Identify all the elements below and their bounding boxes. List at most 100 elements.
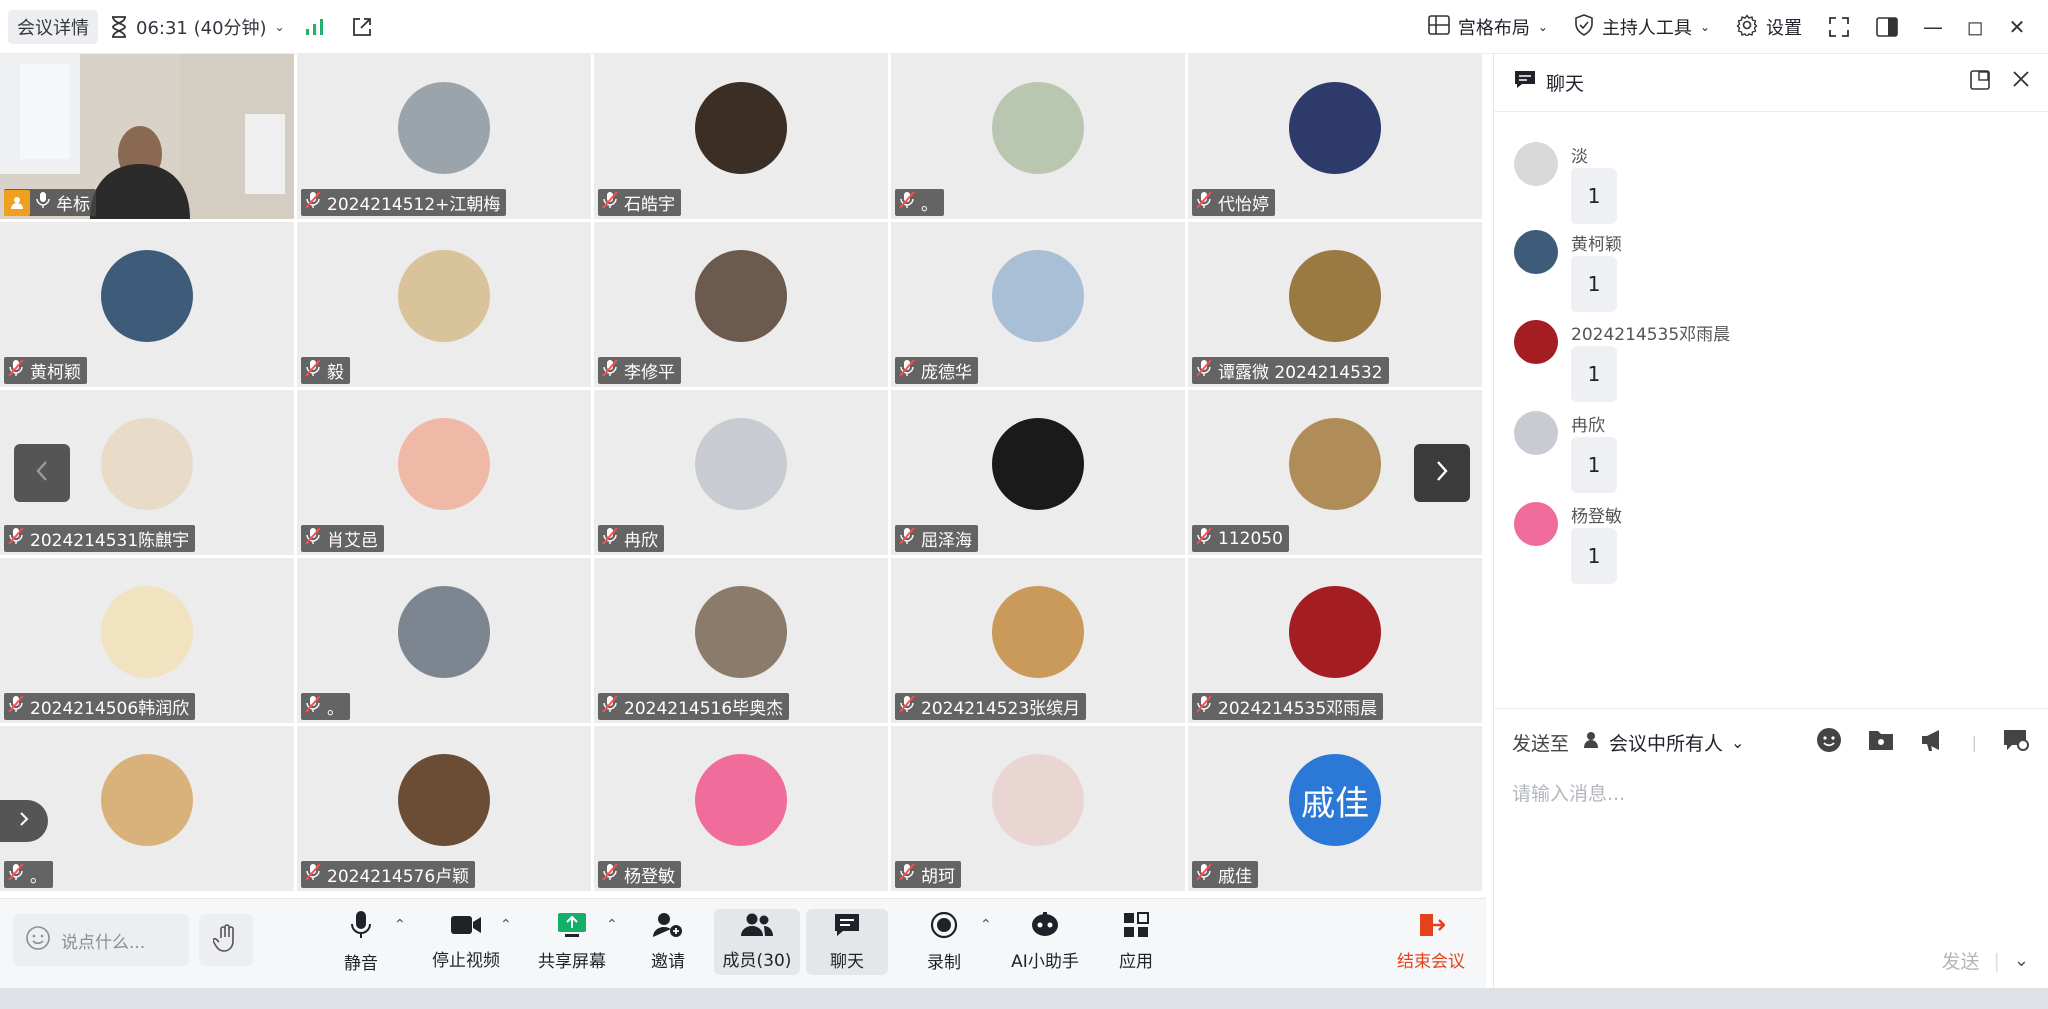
apps-button[interactable]: 应用 [1114,909,1158,975]
participant-tile[interactable]: 石皓宇 [594,54,888,219]
participant-tile[interactable]: 冉欣 [594,390,888,555]
participant-name: 。 [327,699,344,719]
host-tools-button[interactable]: 主持人工具 ⌄ [1574,13,1710,41]
send-button[interactable]: 发送 [1941,947,1979,974]
prev-page-button[interactable] [14,444,70,502]
end-meeting-button[interactable]: 结束会议 [1394,909,1468,975]
participant-tile[interactable]: 杨登敏 [594,726,888,891]
participant-name-tag: 2024214512+江朝梅 [301,189,507,216]
chevron-right-icon [1435,460,1449,486]
chat-settings-icon[interactable] [2003,728,2029,756]
participant-tile[interactable]: 2024214576卢颖 [297,726,591,891]
ai-assistant-button[interactable]: AI小助手 [1010,909,1080,975]
chat-message: 冉欣 1 [1514,411,2014,501]
participant-tile[interactable]: 2024214512+江朝梅 [297,54,591,219]
sender-name: 淡 [1571,147,1588,167]
next-page-button[interactable] [1414,444,1470,502]
participant-tile[interactable]: 。 [891,54,1185,219]
invite-button[interactable]: 邀请 [646,909,690,975]
mic-muted-icon [1196,527,1212,550]
emoji-icon[interactable] [1816,727,1842,757]
participant-tile[interactable]: 2024214523张缤月 [891,558,1185,723]
participant-name: 2024214535邓雨晨 [1218,699,1378,719]
chat-message-input[interactable]: 请输入消息... [1512,779,1625,806]
external-link-icon[interactable] [351,16,373,38]
minimize-icon[interactable]: — [1912,15,1954,39]
mic-muted-icon [1196,695,1212,718]
maximize-icon[interactable]: ◻ [1954,15,1996,39]
quick-reaction-input[interactable]: 说点什么... [13,914,189,966]
avatar[interactable] [1514,411,1558,455]
stop-video-label: 停止视频 [432,951,500,971]
avatar[interactable] [1514,142,1558,186]
chevron-down-icon: ⌄ [1699,20,1710,34]
send-options-chevron-icon[interactable]: ⌄ [2014,950,2029,971]
participant-name-tag: 2024214531陈麒宇 [4,525,196,552]
record-options-caret[interactable]: ⌃ [980,917,992,933]
participant-tile[interactable]: 2024214535邓雨晨 [1188,558,1482,723]
avatar [992,586,1084,678]
participant-name-tag: 。 [895,189,944,216]
participant-tile[interactable]: 戚佳 戚佳 [1188,726,1482,891]
fullscreen-icon[interactable] [1828,16,1850,38]
participant-name-tag: 胡珂 [895,861,961,888]
mic-muted-icon [305,191,321,214]
avatar [101,754,193,846]
participant-tile[interactable]: 胡珂 [891,726,1185,891]
folder-icon[interactable] [1868,728,1894,756]
self-video-tile[interactable]: 牟标 [0,54,294,219]
mic-muted-icon [1196,191,1212,214]
chevron-down-icon: ⌄ [1537,20,1548,34]
close-icon[interactable]: ✕ [1996,15,2038,39]
signal-icon[interactable] [305,18,325,36]
popout-icon[interactable] [1970,70,1990,95]
meeting-detail-label: 会议详情 [17,17,89,39]
settings-button[interactable]: 设置 [1736,13,1802,41]
participant-name: 2024214531陈麒宇 [30,531,190,551]
layout-button[interactable]: 宫格布局 ⌄ [1428,14,1548,40]
mute-options-caret[interactable]: ⌃ [394,917,406,933]
participant-tile[interactable]: 毅 [297,222,591,387]
share-screen-label: 共享屏幕 [538,952,606,972]
avatar [101,418,193,510]
sidebar-toggle-icon[interactable] [1876,17,1898,37]
participant-name: 戚佳 [1218,867,1252,887]
meeting-timer[interactable]: 06:31 (40分钟) ⌄ [110,14,285,40]
expand-sidebar-handle[interactable] [0,800,48,842]
participant-tile[interactable]: 肖艾邑 [297,390,591,555]
participant-tile[interactable]: 屈泽海 [891,390,1185,555]
chat-message: 2024214535邓雨晨 1 [1514,320,2014,410]
meeting-detail-button[interactable]: 会议详情 [8,9,98,44]
members-button[interactable]: 成员(30) [714,909,800,975]
divider: | [1993,949,2000,972]
participant-tile[interactable]: 李修平 [594,222,888,387]
close-chat-icon[interactable] [2012,70,2030,95]
record-icon [930,911,958,944]
participant-tile[interactable]: 2024214506韩润欣 [0,558,294,723]
send-target-dropdown[interactable]: 会议中所有人 ⌄ [1583,729,1744,756]
participant-name: 。 [30,867,47,887]
raise-hand-button[interactable] [199,914,253,966]
participant-tile[interactable]: 2024214516毕奥杰 [594,558,888,723]
announcement-icon[interactable] [1920,728,1946,756]
video-options-caret[interactable]: ⌃ [500,917,512,933]
sender-name: 冉欣 [1571,416,1605,436]
participant-tile[interactable]: 黄柯颖 [0,222,294,387]
avatar[interactable] [1514,230,1558,274]
send-target-label: 会议中所有人 [1609,733,1724,755]
participant-tile[interactable]: 庞德华 [891,222,1185,387]
participant-tile[interactable]: 。 [297,558,591,723]
participant-tile[interactable]: 谭露微 2024214532 [1188,222,1482,387]
avatar[interactable] [1514,502,1558,546]
record-button[interactable]: 录制 [922,909,966,975]
avatar[interactable] [1514,320,1558,364]
hourglass-icon [110,15,128,38]
chat-button[interactable]: 聊天 [806,909,888,975]
share-options-caret[interactable]: ⌃ [606,917,618,933]
chat-message: 黄柯颖 1 [1514,230,2014,320]
stop-video-button[interactable]: 停止视频 [430,909,502,975]
share-screen-button[interactable]: 共享屏幕 [536,909,608,975]
invite-label: 邀请 [651,952,685,972]
participant-tile[interactable]: 代怡婷 [1188,54,1482,219]
mute-button[interactable]: 静音 [338,909,384,975]
